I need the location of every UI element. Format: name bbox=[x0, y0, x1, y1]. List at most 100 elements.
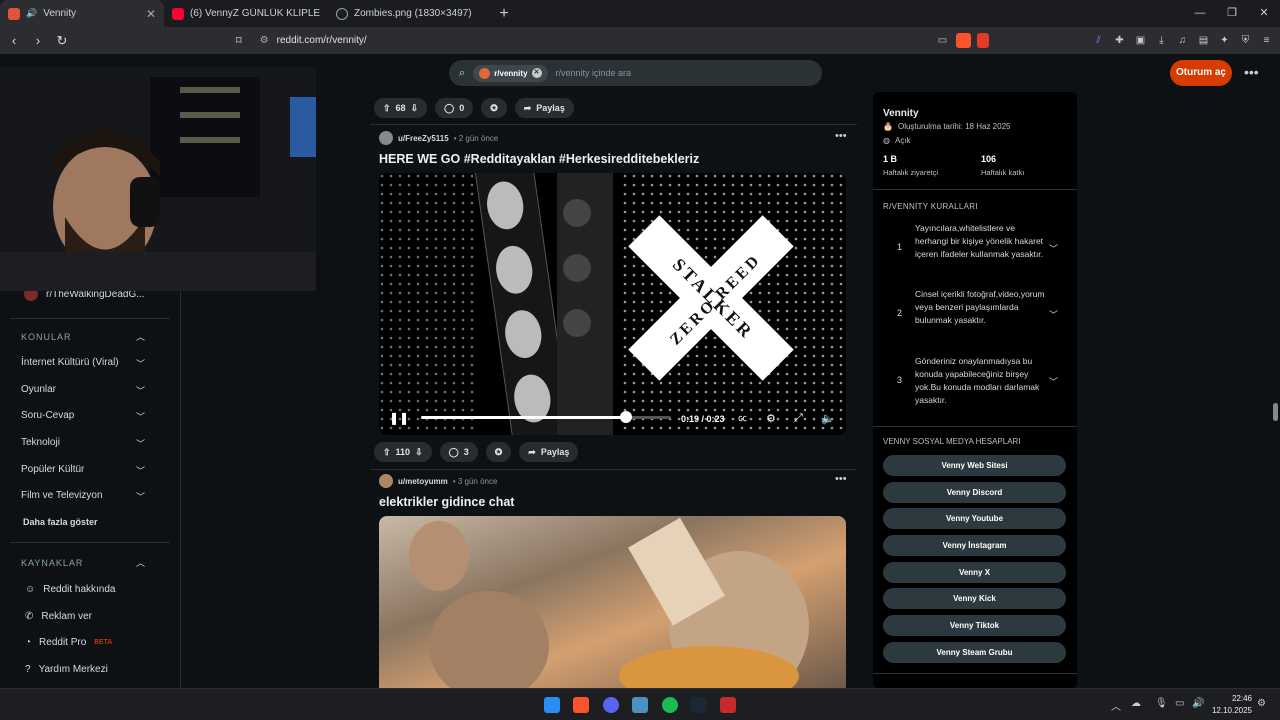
tray-chevron-icon[interactable]: ︿ bbox=[1111, 698, 1121, 713]
chevron-down-icon[interactable]: ﹀ bbox=[1049, 308, 1058, 321]
search-bar[interactable]: ⌕ r/vennity ✕ r/vennity içinde ara bbox=[449, 60, 822, 86]
chevron-down-icon[interactable]: ﹀ bbox=[136, 384, 145, 397]
vote-control[interactable]: ⇧ 110 ⇩ bbox=[374, 442, 432, 462]
social-button[interactable]: Venny İnstagram bbox=[883, 535, 1066, 556]
steam-icon[interactable] bbox=[691, 697, 707, 713]
social-button[interactable]: Venny X bbox=[883, 562, 1066, 583]
author-link[interactable]: u/FreeZy5115 bbox=[398, 134, 449, 143]
volume-icon[interactable]: 🔈 bbox=[821, 412, 835, 425]
close-window-icon[interactable]: ✕ bbox=[1248, 0, 1280, 27]
chevron-down-icon[interactable]: ﹀ bbox=[136, 490, 145, 503]
brave-shield-icon[interactable] bbox=[956, 33, 971, 48]
restore-icon[interactable]: ❐ bbox=[1216, 0, 1248, 27]
remove-chip-icon[interactable]: ✕ bbox=[531, 68, 542, 78]
downvote-icon[interactable]: ⇩ bbox=[411, 103, 419, 114]
login-button[interactable]: Oturum aç bbox=[1170, 60, 1232, 86]
reload-icon[interactable]: ↻ bbox=[52, 33, 72, 49]
social-button[interactable]: Venny Tiktok bbox=[883, 615, 1066, 636]
topic-item[interactable]: Popüler Kültür bbox=[21, 464, 84, 475]
author-avatar[interactable] bbox=[379, 474, 393, 488]
new-tab-button[interactable]: + bbox=[492, 5, 516, 23]
resource-item[interactable]: ☺ Reddit hakkında bbox=[25, 584, 116, 595]
social-button[interactable]: Venny Discord bbox=[883, 482, 1066, 503]
settings-icon[interactable]: ⚙ bbox=[766, 412, 776, 425]
progress-knob[interactable] bbox=[620, 411, 632, 423]
tab-image[interactable]: Zombies.png (1830×3497) bbox=[328, 0, 492, 27]
social-button[interactable]: Venny Youtube bbox=[883, 508, 1066, 529]
topic-item[interactable]: Oyunlar bbox=[21, 384, 56, 395]
site-info-icon[interactable]: ⚙ bbox=[260, 35, 269, 46]
award-button[interactable]: ✪ bbox=[485, 442, 512, 462]
minimize-icon[interactable]: — bbox=[1184, 0, 1216, 27]
discord-icon[interactable] bbox=[603, 697, 619, 713]
ai-icon[interactable]: ✦ bbox=[1217, 33, 1232, 48]
chevron-down-icon[interactable]: ﹀ bbox=[136, 357, 145, 370]
vote-control[interactable]: ⇧ 68 ⇩ bbox=[374, 98, 428, 118]
chevron-down-icon[interactable]: ﹀ bbox=[136, 410, 145, 423]
address-bar[interactable]: ⌑ ⚙ reddit.com/r/vennity/ bbox=[232, 29, 892, 52]
topic-item[interactable]: İnternet Kültürü (Viral) bbox=[21, 357, 119, 368]
chevron-down-icon[interactable]: ﹀ bbox=[136, 437, 145, 450]
resource-item[interactable]: ? Yardım Merkezi bbox=[25, 664, 108, 675]
topic-item[interactable]: Film ve Televizyon bbox=[21, 490, 103, 501]
pause-icon[interactable]: ❚❚ bbox=[389, 411, 409, 425]
post-image[interactable] bbox=[379, 516, 846, 688]
downvote-icon[interactable]: ⇩ bbox=[415, 447, 423, 458]
notification-icon[interactable]: ⚙ bbox=[1257, 698, 1266, 709]
upvote-icon[interactable]: ⇧ bbox=[383, 447, 391, 458]
chevron-down-icon[interactable]: ﹀ bbox=[1049, 375, 1058, 388]
comments-button[interactable]: ◯ 3 bbox=[439, 442, 478, 462]
post-options-icon[interactable]: ••• bbox=[835, 130, 847, 142]
close-tab-icon[interactable]: ✕ bbox=[146, 7, 156, 21]
brave-icon[interactable] bbox=[573, 697, 589, 713]
mic-icon[interactable]: 🎙 bbox=[1155, 698, 1168, 709]
scrollbar-thumb[interactable] bbox=[1273, 403, 1278, 421]
topics-heading[interactable]: KONULAR bbox=[21, 332, 72, 342]
resource-item[interactable]: ✆ Reklam ver bbox=[25, 611, 92, 622]
post-title[interactable]: HERE WE GO #Redditayaklan #Herkesireddit… bbox=[379, 152, 699, 166]
social-button[interactable]: Venny Steam Grubu bbox=[883, 642, 1066, 663]
share-button[interactable]: ➦ Paylaş bbox=[514, 98, 574, 118]
comments-button[interactable]: ◯ 0 bbox=[435, 98, 474, 118]
chevron-down-icon[interactable]: ﹀ bbox=[136, 464, 145, 477]
more-options-icon[interactable]: ••• bbox=[1244, 64, 1259, 80]
tab-youtube[interactable]: (6) VennyZ GÜNLÜK KLİPLER #2 - Ve bbox=[164, 0, 328, 27]
subreddit-chip[interactable]: r/vennity ✕ bbox=[473, 64, 548, 82]
cloud-icon[interactable]: ☁ bbox=[1131, 698, 1141, 709]
video-player[interactable]: STALKER ZERO REED ❚❚ 0:19 / 0:23 ㏄ ⚙ ⤢ 🔈 bbox=[379, 173, 846, 435]
upvote-icon[interactable]: ⇧ bbox=[383, 103, 391, 114]
start-icon[interactable] bbox=[544, 697, 560, 713]
show-more-link[interactable]: Daha fazla göster bbox=[23, 517, 98, 527]
clock-date[interactable]: 12.10.2025 bbox=[1200, 706, 1252, 715]
social-button[interactable]: Venny Web Sitesi bbox=[883, 455, 1066, 476]
post-options-icon[interactable]: ••• bbox=[835, 473, 847, 485]
clock-time[interactable]: 22:46 bbox=[1212, 694, 1252, 703]
resources-heading[interactable]: KAYNAKLAR bbox=[21, 558, 83, 568]
vpn-icon[interactable]: ⛨ bbox=[1238, 33, 1253, 48]
author-link[interactable]: u/metoyumm bbox=[398, 477, 448, 486]
music-icon[interactable]: ♫ bbox=[1175, 33, 1190, 48]
wallet-icon[interactable]: ▤ bbox=[1196, 33, 1211, 48]
extensions-icon[interactable]: ✚ bbox=[1112, 33, 1127, 48]
chevron-up-icon[interactable]: ︿ bbox=[136, 556, 145, 569]
menu-icon[interactable]: ≡ bbox=[1259, 33, 1274, 48]
sidebar-icon[interactable]: ▣ bbox=[1133, 33, 1148, 48]
leo-ai-icon[interactable]: ⫽ bbox=[1091, 33, 1106, 48]
post-title[interactable]: elektrikler gidince chat bbox=[379, 495, 514, 509]
download-icon[interactable]: ⤓ bbox=[1154, 33, 1169, 48]
network-icon[interactable]: ▭ bbox=[1175, 698, 1184, 709]
forward-icon[interactable]: › bbox=[28, 33, 48, 48]
brave-rewards-icon[interactable] bbox=[977, 33, 989, 48]
chevron-down-icon[interactable]: ﹀ bbox=[1049, 242, 1058, 255]
progress-track[interactable] bbox=[421, 411, 671, 423]
resource-item[interactable]: ◔ Reddit Pro BETA bbox=[25, 637, 112, 648]
chevron-up-icon[interactable]: ︿ bbox=[136, 330, 145, 343]
app-icon[interactable] bbox=[632, 697, 648, 713]
topic-item[interactable]: Teknoloji bbox=[21, 437, 60, 448]
bookmark-icon[interactable]: ⌑ bbox=[236, 34, 242, 47]
fullscreen-icon[interactable]: ⤢ bbox=[794, 412, 803, 425]
game-icon[interactable] bbox=[720, 697, 736, 713]
tab-vennity[interactable]: 🔊 Vennity ✕ bbox=[0, 0, 164, 27]
page-scrollbar[interactable] bbox=[1271, 54, 1280, 688]
author-avatar[interactable] bbox=[379, 131, 393, 145]
